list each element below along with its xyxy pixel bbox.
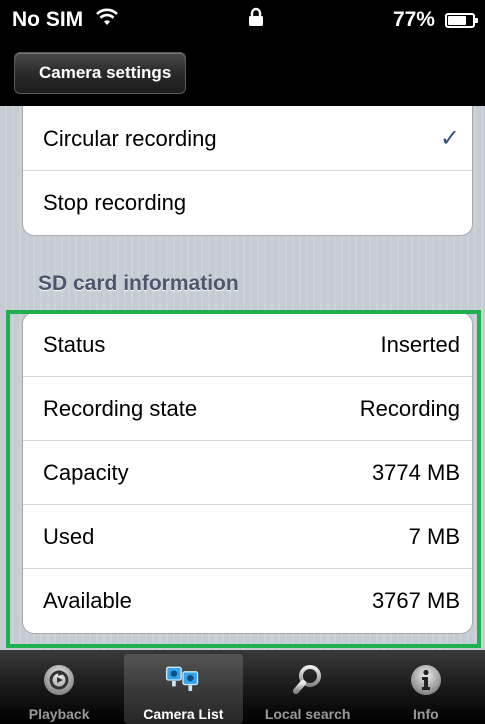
row-value: 3774 MB — [371, 459, 460, 485]
tab-camera-list[interactable]: Camera List — [124, 654, 243, 724]
row-value: Inserted — [380, 331, 461, 357]
tab-label: Local search — [264, 706, 351, 722]
tab-bar: Playback Camera List Local search Info — [0, 650, 485, 724]
row-value: 7 MB — [408, 523, 460, 549]
battery-fill — [447, 15, 467, 25]
row-label: Available — [43, 588, 132, 613]
info-icon — [406, 660, 446, 700]
sd-row-status: Status Inserted — [23, 313, 472, 377]
section-header-sd-card: SD card information — [38, 272, 239, 295]
row-label: Status — [43, 331, 106, 357]
tab-info[interactable]: Info — [367, 650, 485, 724]
camera-list-icon — [163, 660, 203, 700]
battery-icon — [444, 12, 478, 28]
option-label: Stop recording — [43, 190, 187, 215]
sd-card-info-group: Status Inserted Recording state Recordin… — [22, 312, 473, 634]
sd-row-capacity: Capacity 3774 MB — [23, 441, 472, 505]
row-label: Recording state — [43, 395, 198, 421]
tab-label: Camera List — [143, 706, 224, 722]
sd-row-recording-state: Recording state Recording — [23, 377, 472, 441]
row-value: 3767 MB — [371, 588, 460, 613]
sd-row-available: Available 3767 MB — [23, 569, 472, 633]
carrier-label: No SIM — [12, 8, 84, 31]
status-bar: No SIM 77% — [0, 0, 485, 40]
row-value: Recording — [359, 395, 460, 421]
option-stop-recording[interactable]: Stop recording — [23, 171, 472, 235]
recording-mode-group: Circular recording ✓ Stop recording — [22, 106, 473, 236]
sd-row-used: Used 7 MB — [23, 505, 472, 569]
battery-percent: 77% — [392, 8, 435, 31]
back-button[interactable]: Camera settings — [14, 52, 187, 94]
wifi-icon — [95, 8, 119, 32]
search-icon — [288, 660, 328, 700]
tab-label: Playback — [28, 706, 90, 722]
tab-label: Info — [413, 706, 439, 722]
row-label: Used — [43, 523, 95, 549]
tab-local-search[interactable]: Local search — [249, 650, 367, 724]
checkmark-icon: ✓ — [439, 125, 460, 152]
option-circular-recording[interactable]: Circular recording ✓ — [23, 106, 472, 171]
navigation-bar: Camera settings — [0, 40, 485, 106]
lock-icon — [248, 7, 264, 33]
row-label: Capacity — [43, 459, 129, 485]
tab-playback[interactable]: Playback — [0, 650, 118, 724]
option-label: Circular recording — [43, 125, 217, 151]
playback-icon — [39, 660, 79, 700]
settings-content[interactable]: Circular recording ✓ Stop recording SD c… — [0, 106, 485, 650]
